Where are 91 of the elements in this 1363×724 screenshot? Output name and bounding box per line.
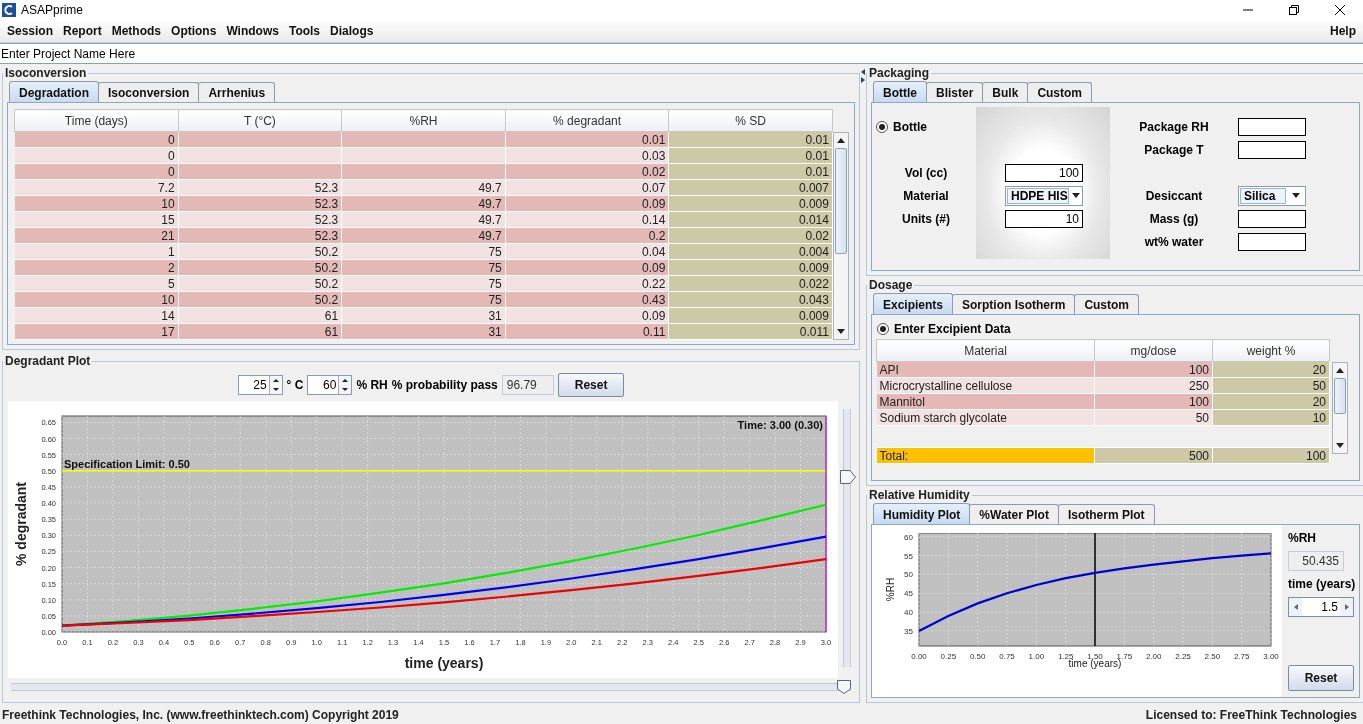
slider-thumb[interactable] xyxy=(837,680,851,694)
number-spinner[interactable]: 25 xyxy=(237,375,283,395)
slider-thumb[interactable] xyxy=(840,470,856,484)
reset-button[interactable]: Reset xyxy=(1288,665,1354,691)
tick-label: 45 xyxy=(904,589,913,599)
time-spinner[interactable]: 1.5 xyxy=(1288,597,1354,617)
tick-label: 50 xyxy=(904,570,913,580)
tick-label: 55 xyxy=(904,551,913,561)
panel-title: Packaging xyxy=(868,66,931,80)
tab[interactable]: Custom xyxy=(1027,82,1093,102)
input-field[interactable] xyxy=(1238,140,1306,159)
tick-label: 0.00 xyxy=(911,652,927,661)
panel-title: Dosage xyxy=(868,278,914,292)
axis-title: time (years) xyxy=(404,655,484,671)
splitter-arrows-icon[interactable] xyxy=(860,68,866,84)
restore-icon[interactable] xyxy=(1289,5,1299,15)
tick-label: 1.00 xyxy=(1028,652,1045,661)
field-label: Package RH xyxy=(1138,119,1210,134)
annotation-label: Time: 3.00 (0.30) xyxy=(737,419,823,431)
tick-label: 3.00 xyxy=(1263,652,1279,661)
tab[interactable]: Degradation xyxy=(9,81,99,102)
input-field[interactable] xyxy=(1238,232,1306,251)
menu-item[interactable]: Report xyxy=(58,22,107,40)
menu-item[interactable]: Options xyxy=(166,22,222,40)
dropdown[interactable]: HDPE HIS xyxy=(1005,185,1083,206)
close-icon[interactable] xyxy=(1335,5,1345,15)
column-header[interactable]: weight % xyxy=(1212,339,1330,362)
menu-item[interactable]: Windows xyxy=(221,22,284,40)
probability-field[interactable]: 96.79 xyxy=(501,375,554,395)
menu-item[interactable]: Help xyxy=(1325,22,1361,40)
reset-button[interactable]: Reset xyxy=(557,373,625,397)
radio-option[interactable]: Bottle xyxy=(876,120,927,134)
panel-title: Degradant Plot xyxy=(4,354,92,368)
field-label: Package T xyxy=(1143,142,1205,157)
license-text: Licensed to: FreeThink Technologies xyxy=(1145,707,1357,722)
tab[interactable]: Bottle xyxy=(873,81,927,102)
field-label: Units (#) xyxy=(901,211,951,226)
column-header[interactable]: Time (days) xyxy=(14,109,179,132)
field-label: % probability pass xyxy=(391,378,498,392)
column-header[interactable]: % degradant xyxy=(505,109,669,132)
window-title: ASAPprime xyxy=(21,3,84,17)
panel-title: Relative Humidity xyxy=(868,488,971,502)
radio-option[interactable]: Enter Excipient Data xyxy=(877,322,1011,336)
tick-label: 2.00 xyxy=(1145,652,1162,661)
axis-title: % degradant xyxy=(13,482,29,566)
rh-field[interactable]: 50.435 xyxy=(1288,551,1344,571)
horizontal-slider[interactable] xyxy=(11,680,851,694)
tab[interactable]: Sorption Isotherm xyxy=(952,294,1076,314)
field-label: Desiccant xyxy=(1144,188,1204,203)
column-header[interactable]: T (°C) xyxy=(178,109,342,132)
tick-label: 0.25 xyxy=(940,652,957,661)
field-label: Mass (g) xyxy=(1148,211,1200,226)
tab[interactable]: Excipients xyxy=(873,293,954,314)
panel-title: Isoconversion xyxy=(4,66,88,80)
field-label: Vol (cc) xyxy=(903,165,949,180)
tick-label: 2.50 xyxy=(1204,652,1221,661)
input-field[interactable] xyxy=(1238,117,1306,136)
field-label: time (years) xyxy=(1288,577,1356,591)
tick-label: 35 xyxy=(904,626,913,636)
vertical-slider[interactable] xyxy=(840,409,856,667)
unit-label: % RH xyxy=(356,378,388,392)
project-name-field[interactable]: Enter Project Name Here xyxy=(0,43,1363,64)
tab[interactable]: Humidity Plot xyxy=(873,503,971,524)
input-field[interactable] xyxy=(1238,209,1306,228)
column-header[interactable]: mg/dose xyxy=(1094,339,1213,362)
number-spinner[interactable]: 60 xyxy=(307,375,353,395)
field-label: %RH xyxy=(1288,531,1317,545)
tick-label: 0.50 xyxy=(969,652,986,661)
tab[interactable]: Isotherm Plot xyxy=(1057,504,1155,524)
tick-label: 60 xyxy=(904,533,913,542)
tick-label: 2.75 xyxy=(1233,652,1250,661)
copyright-text: Freethink Technologies, Inc. (www.freethinktech.com) Copyright 2019 xyxy=(2,707,399,722)
menu-item[interactable]: Methods xyxy=(106,22,167,40)
field-label: Material xyxy=(902,188,950,203)
column-header[interactable]: Material xyxy=(876,339,1095,362)
tab[interactable]: Custom xyxy=(1074,294,1140,314)
tick-label: 2.25 xyxy=(1175,652,1191,661)
menu-item[interactable]: Session xyxy=(2,22,59,40)
axis-title: %RH xyxy=(885,577,896,602)
unit-label: ° C xyxy=(286,378,304,392)
column-header[interactable]: % SD xyxy=(668,109,833,132)
annotation-label: Specification Limit: 0.50 xyxy=(64,457,190,470)
column-header[interactable]: %RH xyxy=(341,109,506,132)
dropdown[interactable]: Silica xyxy=(1238,185,1306,206)
tick-label: 0.75 xyxy=(999,652,1015,661)
scrollbar[interactable] xyxy=(1332,362,1348,454)
tick-label: 40 xyxy=(904,608,913,618)
field-label: wt% water xyxy=(1143,234,1205,249)
menu-item[interactable]: Tools xyxy=(283,22,326,40)
tab[interactable]: Arrhenius xyxy=(198,82,276,102)
menu-item[interactable]: Dialogs xyxy=(325,22,379,40)
